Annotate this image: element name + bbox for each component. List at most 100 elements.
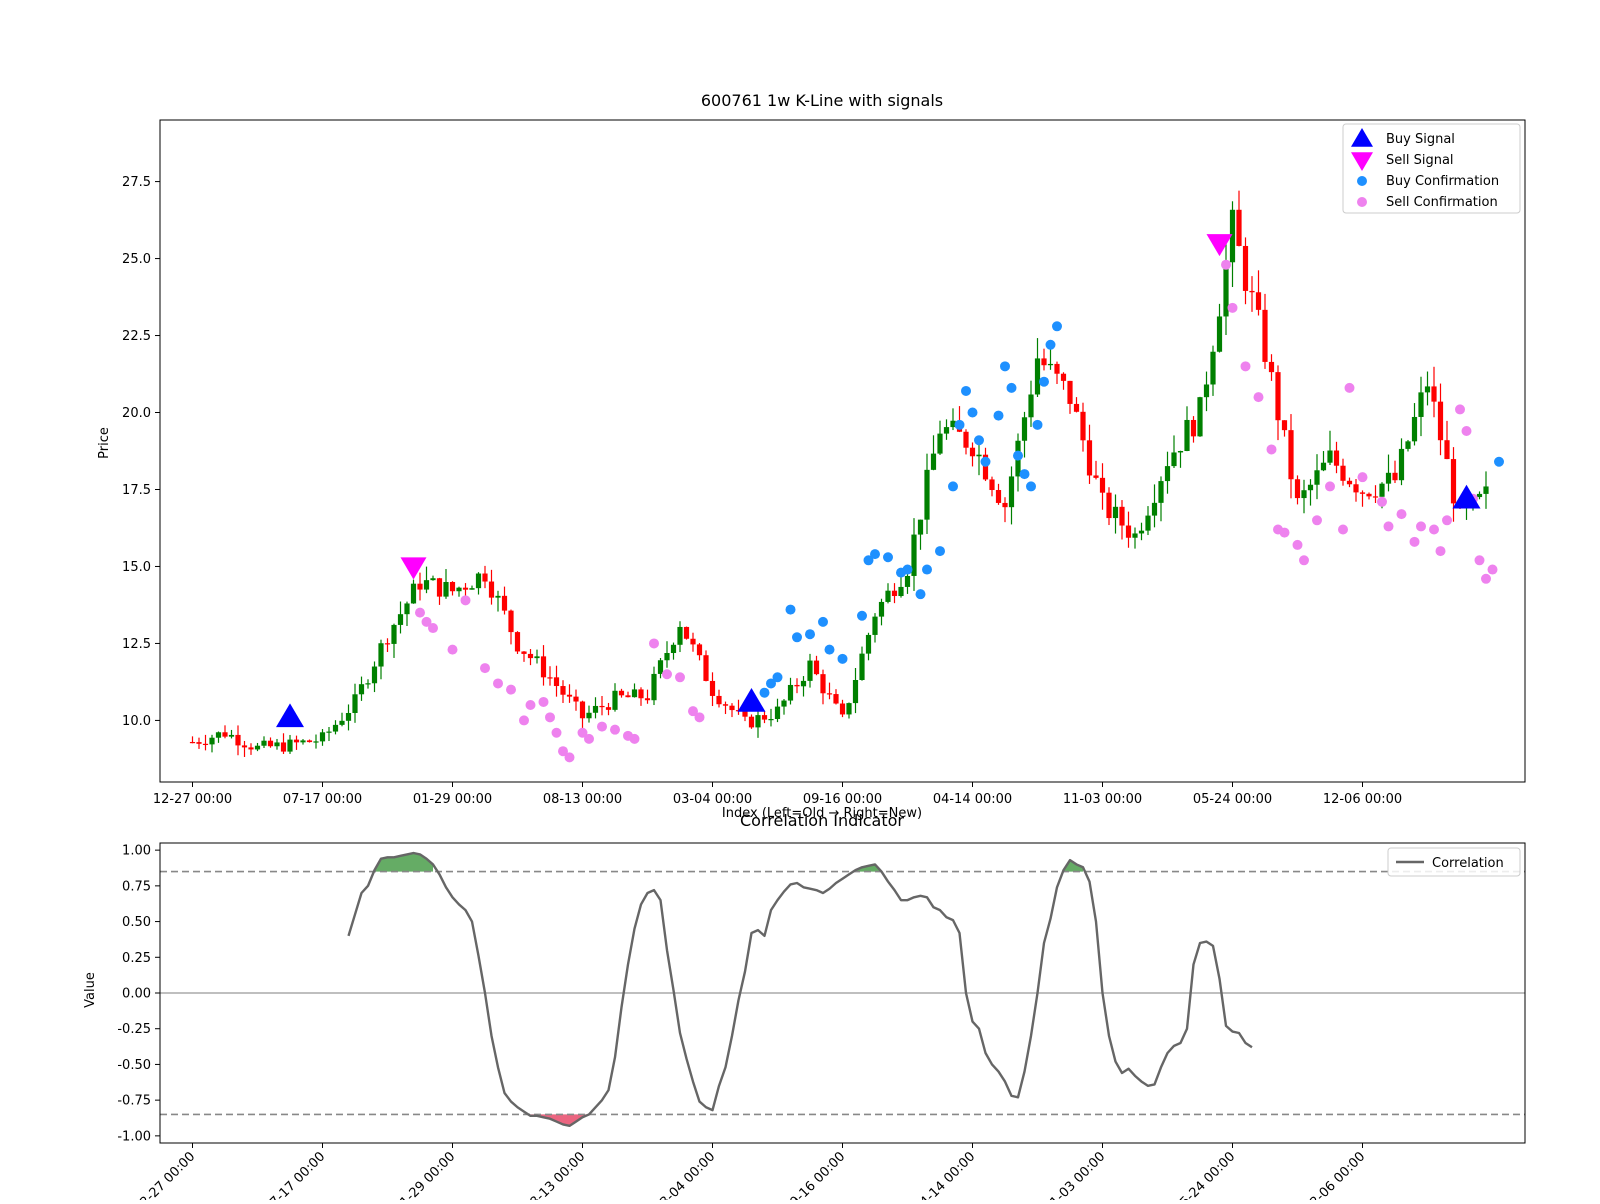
candle-body xyxy=(1249,290,1255,293)
sell-confirmation-point xyxy=(1435,546,1446,557)
candle-body xyxy=(859,653,865,681)
correlation-x-tick-label: 12-27 00:00 xyxy=(132,1149,199,1200)
sell-confirmation-point xyxy=(1461,425,1472,436)
correlation-x-tick-label: 01-29 00:00 xyxy=(392,1149,459,1200)
candle-body xyxy=(1184,419,1190,451)
sell-confirmation-point xyxy=(545,712,555,723)
price-legend-label: Sell Signal xyxy=(1386,153,1454,168)
price-x-tick-label: 09-16 00:00 xyxy=(803,792,882,807)
candle-body xyxy=(820,674,826,694)
price-x-tick-label: 12-27 00:00 xyxy=(153,792,232,807)
candle-body xyxy=(1177,450,1184,453)
buy-confirmation-point xyxy=(922,564,932,575)
candle-body xyxy=(1125,525,1132,538)
correlation-y-tick-label: 1.00 xyxy=(122,844,151,859)
candle-body xyxy=(514,632,521,652)
candle-body xyxy=(534,656,540,659)
correlation-legend-label: Correlation xyxy=(1432,856,1504,871)
price-y-tick-label: 15.0 xyxy=(122,560,151,575)
candle-body xyxy=(475,573,482,589)
correlation-y-tick-label: 0.75 xyxy=(122,879,151,894)
buy-confirmation-point xyxy=(993,410,1004,421)
buy-confirmation-point xyxy=(772,672,783,683)
candle-body xyxy=(196,742,202,744)
candle-body xyxy=(1242,245,1249,291)
candle-body xyxy=(1372,496,1379,498)
candle-body xyxy=(573,696,579,702)
buy-confirmation-point xyxy=(1032,419,1043,430)
candle-body xyxy=(813,660,820,675)
buy-confirmation-point xyxy=(870,549,880,560)
sell-confirmation-point xyxy=(1227,302,1238,313)
candle-body xyxy=(319,732,326,742)
candle-body xyxy=(1483,486,1489,494)
candle-body xyxy=(664,653,670,661)
price-x-tick-label: 07-17 00:00 xyxy=(283,792,362,807)
candle-body xyxy=(1158,481,1164,503)
price-y-tick-label: 27.5 xyxy=(122,175,151,190)
price-y-tick-label: 17.5 xyxy=(122,483,151,498)
candle-body xyxy=(904,575,911,587)
candle-body xyxy=(1437,401,1444,441)
sell-confirmation-point xyxy=(1292,539,1303,550)
sell-confirmation-point xyxy=(1396,509,1407,520)
candle-body xyxy=(631,689,638,698)
price-y-tick-label: 22.5 xyxy=(122,329,151,344)
candle-body xyxy=(579,701,586,719)
sell-confirmation-point xyxy=(1429,524,1439,535)
price-x-tick-label: 08-13 00:00 xyxy=(543,792,622,807)
candle-body xyxy=(540,656,547,678)
correlation-y-tick-label: -0.25 xyxy=(117,1022,151,1037)
candle-body xyxy=(495,595,501,598)
candle-body xyxy=(306,740,313,743)
correlation-x-tick-label: 12-06 00:00 xyxy=(1302,1149,1369,1200)
price-legend-label: Sell Confirmation xyxy=(1386,195,1498,210)
candle-body xyxy=(917,519,924,535)
candle-body xyxy=(1275,372,1281,421)
candle-body xyxy=(1216,316,1223,352)
candle-body xyxy=(644,698,651,701)
candle-body xyxy=(1047,363,1054,366)
candle-body xyxy=(215,732,222,738)
correlation-y-tick-label: -0.50 xyxy=(117,1058,151,1073)
candle-body xyxy=(1262,309,1268,362)
candle-body xyxy=(202,743,209,746)
candle-body xyxy=(703,655,709,681)
candle-body xyxy=(807,660,813,681)
candle-body xyxy=(1145,515,1151,531)
candle-body xyxy=(254,745,261,750)
candle-body xyxy=(1041,358,1047,366)
buy-confirmation-point xyxy=(1045,339,1056,350)
candle-body xyxy=(378,643,384,667)
candle-body xyxy=(436,578,443,597)
candle-body xyxy=(625,695,631,698)
sell-confirmation-point xyxy=(480,663,490,674)
candle-body xyxy=(1093,475,1099,478)
candle-body xyxy=(1073,403,1080,412)
buy-confirmation-point xyxy=(974,435,984,446)
candle-body xyxy=(586,712,592,719)
buy-confirmation-point xyxy=(1026,481,1036,492)
sell-confirmation-point xyxy=(1299,555,1309,566)
candle-body xyxy=(729,705,735,711)
price-x-tick-label: 11-03 00:00 xyxy=(1063,792,1142,807)
sell-signal-marker xyxy=(400,557,427,580)
candle-body xyxy=(371,666,378,684)
sell-confirmation-point xyxy=(675,672,685,683)
candle-body xyxy=(222,732,228,737)
candle-body xyxy=(339,720,345,725)
candle-body xyxy=(1327,450,1333,463)
price-y-tick-label: 25.0 xyxy=(122,252,151,267)
candle-body xyxy=(560,686,566,695)
sell-confirmation-point xyxy=(525,700,536,711)
candle-body xyxy=(787,684,794,701)
candle-body xyxy=(1060,373,1067,381)
price-panel: 600761 1w K-Line with signals Price Inde… xyxy=(97,91,1526,821)
candle-body xyxy=(690,638,696,645)
candle-body xyxy=(1002,502,1008,508)
sell-confirmation-point xyxy=(1416,521,1426,532)
price-legend: Buy Signal Sell Signal Buy Confirmation Sel… xyxy=(1342,123,1521,214)
candle-body xyxy=(274,742,280,747)
candle-body xyxy=(443,581,449,597)
correlation-plot-layer xyxy=(160,851,1525,1128)
